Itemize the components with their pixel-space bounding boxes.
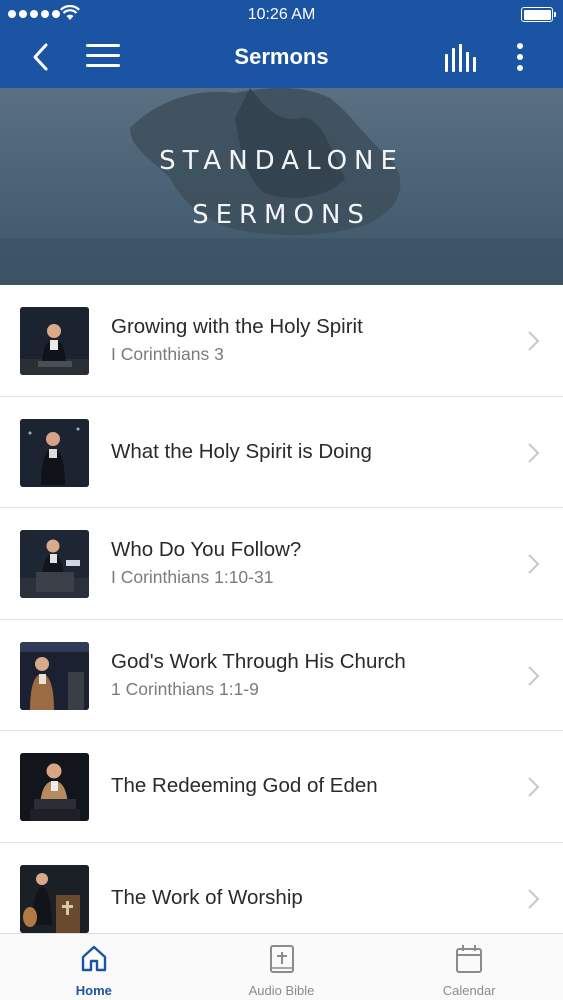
top-bar: 10:26 AM Sermons bbox=[0, 0, 563, 88]
calendar-icon bbox=[456, 945, 483, 973]
sermon-item[interactable]: Growing with the Holy Spirit I Corinthia… bbox=[0, 285, 563, 397]
sermon-thumbnail bbox=[20, 307, 89, 375]
sermon-reference: I Corinthians 3 bbox=[111, 344, 224, 365]
sermon-item[interactable]: Who Do You Follow? I Corinthians 1:10-31 bbox=[0, 508, 563, 620]
sermon-title: Growing with the Holy Spirit bbox=[111, 315, 363, 339]
sermon-reference: 1 Corinthians 1:1-9 bbox=[111, 678, 259, 699]
sermon-title: God's Work Through His Church bbox=[111, 649, 406, 673]
banner-title-line2: SERMONS bbox=[192, 200, 371, 230]
sermon-reference: I Corinthians 1:10-31 bbox=[111, 567, 274, 588]
page-title: Sermons bbox=[234, 44, 329, 69]
tab-home[interactable]: Home bbox=[0, 934, 188, 1000]
sermon-item[interactable]: God's Work Through His Church 1 Corinthi… bbox=[0, 620, 563, 731]
sermon-thumbnail bbox=[20, 753, 89, 821]
tab-audio-bible[interactable]: Audio Bible bbox=[188, 934, 376, 1000]
chevron-right-icon bbox=[528, 777, 540, 797]
status-time: 10:26 AM bbox=[247, 6, 316, 23]
banner-title-line1: STANDALONE bbox=[159, 146, 404, 176]
battery-icon bbox=[521, 7, 556, 22]
ocean-rock-image bbox=[0, 88, 563, 285]
menu-button[interactable] bbox=[86, 44, 120, 70]
more-options-button[interactable] bbox=[508, 42, 532, 74]
chevron-right-icon bbox=[528, 442, 540, 463]
tab-label: Home bbox=[75, 983, 112, 998]
sermon-title: Who Do You Follow? bbox=[111, 538, 302, 562]
tab-bar: Home Audio Bible Calendar bbox=[0, 933, 563, 1000]
tab-label: Calendar bbox=[442, 983, 496, 998]
sermon-thumbnail bbox=[20, 864, 89, 933]
chevron-right-icon bbox=[528, 554, 540, 574]
sermon-title: The Redeeming God of Eden bbox=[111, 774, 378, 798]
sermon-item[interactable]: The Redeeming God of Eden bbox=[0, 731, 563, 843]
bible-icon bbox=[269, 945, 294, 973]
nav-bar: Sermons bbox=[0, 30, 563, 88]
sermon-list: Growing with the Holy Spirit I Corinthia… bbox=[0, 285, 563, 954]
sermon-thumbnail bbox=[20, 418, 89, 487]
chevron-right-icon bbox=[528, 665, 540, 686]
audio-equalizer-button[interactable] bbox=[442, 44, 478, 72]
sermon-title: The Work of Worship bbox=[111, 885, 303, 909]
tab-label: Audio Bible bbox=[248, 983, 315, 998]
sermon-item[interactable]: What the Holy Spirit is Doing bbox=[0, 397, 563, 508]
chevron-right-icon bbox=[528, 331, 540, 351]
back-button[interactable] bbox=[26, 40, 56, 74]
sermon-thumbnail bbox=[20, 641, 89, 710]
sermon-thumbnail bbox=[20, 530, 89, 598]
status-bar: 10:26 AM bbox=[0, 0, 563, 30]
series-banner: STANDALONE SERMONS bbox=[0, 88, 563, 285]
home-icon bbox=[81, 945, 107, 972]
chevron-right-icon bbox=[528, 888, 540, 909]
tab-calendar[interactable]: Calendar bbox=[375, 934, 563, 1000]
sermon-title: What the Holy Spirit is Doing bbox=[111, 439, 372, 463]
